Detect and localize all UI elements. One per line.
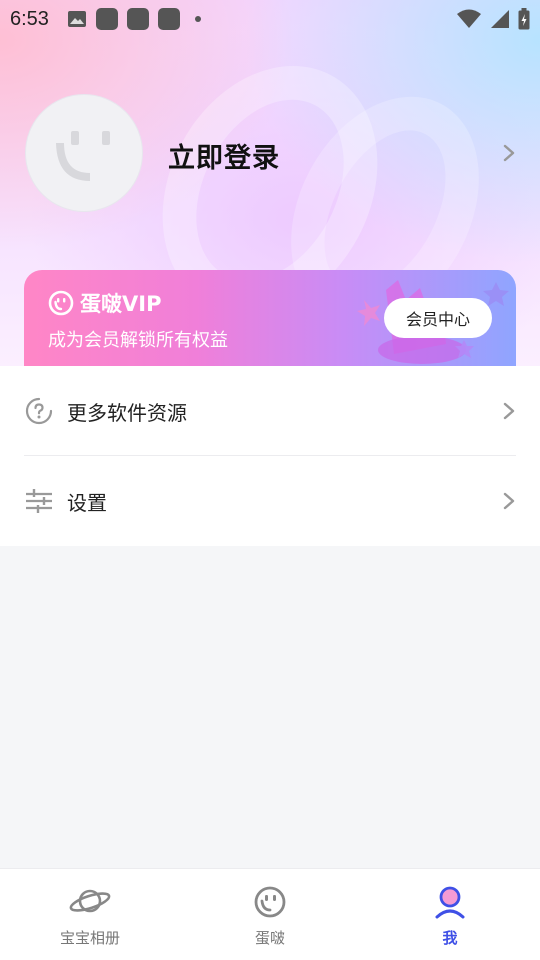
chevron-right-icon[interactable] (502, 143, 516, 163)
system-icons (456, 8, 530, 30)
menu-item-settings[interactable]: 设置 (0, 456, 540, 546)
tab-label: 我 (442, 929, 458, 947)
battery-icon (518, 8, 530, 30)
login-link[interactable]: 立即登录 (168, 136, 280, 175)
status-bar: 6:53 (0, 0, 540, 38)
help-circle-icon (25, 397, 53, 425)
bottom-navigation: 宝宝相册 蛋啵 我 (0, 868, 540, 960)
app-notification-icon (157, 8, 180, 30)
tab-me[interactable]: 我 (360, 869, 540, 960)
wifi-icon (457, 9, 481, 28)
chevron-right-icon (503, 492, 515, 510)
vip-title: 蛋啵VIP (48, 288, 161, 318)
image-icon (67, 11, 86, 27)
more-notifications-icon (194, 16, 201, 22)
smiley-icon (254, 886, 286, 918)
app-notification-icon (126, 8, 149, 30)
avatar[interactable] (25, 94, 143, 212)
member-center-button[interactable]: 会员中心 (384, 298, 492, 338)
chevron-right-icon (503, 402, 515, 420)
app-notification-icon (95, 8, 118, 30)
vip-banner[interactable]: 蛋啵VIP 成为会员解锁所有权益 会员中心 (24, 270, 516, 366)
tab-baby-album[interactable]: 宝宝相册 (0, 869, 180, 960)
notification-icons (67, 8, 201, 30)
sliders-icon (26, 489, 52, 513)
tab-danbo[interactable]: 蛋啵 (180, 869, 360, 960)
settings-menu: 更多软件资源 设置 (0, 366, 540, 546)
vip-subtitle: 成为会员解锁所有权益 (48, 330, 228, 351)
cellular-signal-icon (491, 10, 509, 28)
menu-item-more-software[interactable]: 更多软件资源 (0, 366, 540, 456)
menu-item-label: 设置 (67, 490, 107, 515)
smiley-face-icon (56, 131, 110, 181)
user-icon (435, 886, 465, 919)
tab-label: 宝宝相册 (59, 929, 120, 947)
planet-icon (69, 889, 111, 913)
vip-brand-label: 蛋啵VIP (80, 292, 162, 316)
danbo-logo-icon (48, 290, 74, 316)
status-time: 6:53 (10, 7, 49, 30)
menu-item-label: 更多软件资源 (67, 400, 187, 425)
tab-label: 蛋啵 (254, 929, 285, 947)
